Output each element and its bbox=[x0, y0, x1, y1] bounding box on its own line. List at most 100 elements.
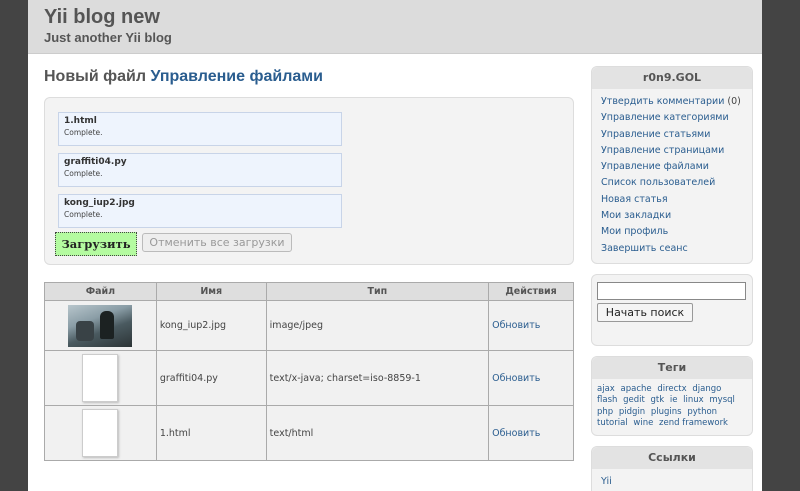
file-type-cell: image/jpeg bbox=[265, 300, 490, 351]
user-list-link[interactable]: Список пользователей bbox=[601, 177, 715, 188]
upload-item-status: Complete. bbox=[64, 210, 103, 219]
pending-count: (0) bbox=[724, 96, 741, 107]
manage-posts-link[interactable]: Управление статьями bbox=[601, 129, 710, 140]
upload-item-name: graffiti04.py bbox=[64, 157, 127, 167]
tag-link[interactable]: tutorial bbox=[597, 418, 628, 428]
file-action-cell: Обновить bbox=[488, 405, 574, 461]
tags-portlet: Теги ajax apache directx django flash ge… bbox=[591, 355, 753, 436]
tag-link[interactable]: php bbox=[597, 407, 613, 417]
update-link[interactable]: Обновить bbox=[492, 320, 540, 331]
table-header-row: Файл Имя Тип Действия bbox=[44, 282, 574, 301]
upload-item: 1.html Complete. bbox=[58, 112, 342, 146]
column-header-name[interactable]: Имя bbox=[155, 282, 267, 301]
file-type-cell: text/html bbox=[265, 405, 490, 461]
tag-link[interactable]: plugins bbox=[651, 407, 682, 417]
tags-title: Теги bbox=[592, 356, 752, 379]
tag-link[interactable]: linux bbox=[683, 395, 704, 405]
links-title: Ссылки bbox=[592, 446, 752, 469]
column-header-actions: Действия bbox=[488, 282, 574, 301]
links-list: Yii bbox=[592, 469, 752, 491]
upload-item-name: 1.html bbox=[64, 116, 97, 126]
file-name-cell: kong_iup2.jpg bbox=[155, 300, 267, 351]
main-content: Новый файл Управление файлами 1.html Com… bbox=[44, 54, 574, 461]
menu-item: Управление статьями bbox=[601, 127, 752, 143]
page: Yii blog new Just another Yii blog Новый… bbox=[28, 0, 762, 491]
menu-item: Утвердить комментарии (0) bbox=[601, 94, 752, 110]
tag-link[interactable]: zend framework bbox=[659, 418, 728, 428]
menu-item: Мои профиль bbox=[601, 224, 752, 240]
manage-files-link[interactable]: Управление файлами bbox=[150, 68, 322, 85]
update-link[interactable]: Обновить bbox=[492, 428, 540, 439]
search-input[interactable] bbox=[597, 281, 746, 300]
tag-link[interactable]: apache bbox=[621, 384, 652, 394]
menu-item: Управление страницами bbox=[601, 143, 752, 159]
upload-item-status: Complete. bbox=[64, 128, 103, 137]
file-thumbnail-cell bbox=[44, 350, 157, 406]
new-post-link[interactable]: Новая статья bbox=[601, 194, 668, 205]
column-header-type[interactable]: Тип bbox=[265, 282, 490, 301]
menu-item: Список пользователей bbox=[601, 175, 752, 191]
table-row: kong_iup2.jpg image/jpeg Обновить bbox=[44, 300, 574, 351]
cancel-all-uploads-button[interactable]: Отменить все загрузки bbox=[142, 233, 292, 252]
sidebar: r0n9.GOL Утвердить комментарии (0) Управ… bbox=[591, 66, 753, 491]
tag-link[interactable]: pidgin bbox=[619, 407, 645, 417]
page-title: Новый файл Управление файлами bbox=[44, 68, 574, 86]
table-row: graffiti04.py text/x-java; charset=iso-8… bbox=[44, 350, 574, 406]
page-title-text: Новый файл bbox=[44, 68, 147, 85]
manage-files-menu-link[interactable]: Управление файлами bbox=[601, 161, 709, 172]
upload-item: kong_iup2.jpg Complete. bbox=[58, 194, 342, 228]
tag-link[interactable]: ie bbox=[670, 395, 678, 405]
tag-link[interactable]: gtk bbox=[651, 395, 665, 405]
logout-link[interactable]: Завершить сеанс bbox=[601, 243, 688, 254]
upload-item-name: kong_iup2.jpg bbox=[64, 198, 135, 208]
tag-link[interactable]: django bbox=[692, 384, 721, 394]
document-icon bbox=[82, 409, 119, 457]
upload-item: graffiti04.py Complete. bbox=[58, 153, 342, 187]
file-thumbnail-cell bbox=[44, 405, 157, 461]
site-header: Yii blog new Just another Yii blog bbox=[28, 0, 762, 54]
user-menu-title: r0n9.GOL bbox=[592, 67, 752, 89]
menu-item: Завершить сеанс bbox=[601, 241, 752, 257]
menu-item: Новая статья bbox=[601, 192, 752, 208]
search-button[interactable]: Начать поиск bbox=[597, 302, 693, 322]
manage-categories-link[interactable]: Управление категориями bbox=[601, 112, 729, 123]
file-name-cell: 1.html bbox=[155, 405, 267, 461]
tag-link[interactable]: gedit bbox=[623, 395, 645, 405]
links-portlet: Ссылки Yii bbox=[591, 445, 753, 491]
update-link[interactable]: Обновить bbox=[492, 373, 540, 384]
tag-cloud: ajax apache directx django flash gedit g… bbox=[592, 379, 752, 435]
tag-link[interactable]: python bbox=[687, 407, 717, 417]
user-menu: Утвердить комментарии (0) Управление кат… bbox=[592, 89, 752, 263]
file-type-cell: text/x-java; charset=iso-8859-1 bbox=[265, 350, 490, 406]
document-icon bbox=[82, 354, 119, 402]
upload-button[interactable]: Загрузить bbox=[55, 232, 137, 256]
menu-item: Управление категориями bbox=[601, 110, 752, 126]
upload-item-status: Complete. bbox=[64, 169, 103, 178]
site-tagline: Just another Yii blog bbox=[44, 30, 172, 45]
table-row: 1.html text/html Обновить bbox=[44, 405, 574, 461]
tag-link[interactable]: wine bbox=[633, 418, 653, 428]
file-action-cell: Обновить bbox=[488, 300, 574, 351]
menu-item: Мои закладки bbox=[601, 208, 752, 224]
column-header-file[interactable]: Файл bbox=[44, 282, 157, 301]
my-profile-link[interactable]: Мои профиль bbox=[601, 226, 668, 237]
manage-pages-link[interactable]: Управление страницами bbox=[601, 145, 724, 156]
user-menu-portlet: r0n9.GOL Утвердить комментарии (0) Управ… bbox=[591, 66, 753, 264]
search-portlet: Начать поиск bbox=[591, 273, 753, 346]
my-bookmarks-link[interactable]: Мои закладки bbox=[601, 210, 671, 221]
image-thumbnail bbox=[68, 304, 133, 347]
file-action-cell: Обновить bbox=[488, 350, 574, 406]
menu-item: Управление файлами bbox=[601, 159, 752, 175]
file-name-cell: graffiti04.py bbox=[155, 350, 267, 406]
menu-item: Yii bbox=[601, 474, 752, 490]
files-table: Файл Имя Тип Действия kong_iup2.jpg imag… bbox=[44, 282, 574, 461]
tag-link[interactable]: mysql bbox=[709, 395, 735, 405]
tag-link[interactable]: ajax bbox=[597, 384, 615, 394]
tag-link[interactable]: flash bbox=[597, 395, 617, 405]
tag-link[interactable]: directx bbox=[657, 384, 686, 394]
approve-comments-link[interactable]: Утвердить комментарии bbox=[601, 96, 724, 107]
site-title[interactable]: Yii blog new bbox=[44, 6, 762, 29]
file-thumbnail-cell bbox=[44, 300, 157, 351]
upload-panel: 1.html Complete. graffiti04.py Complete.… bbox=[44, 97, 574, 265]
yii-link[interactable]: Yii bbox=[601, 476, 612, 487]
